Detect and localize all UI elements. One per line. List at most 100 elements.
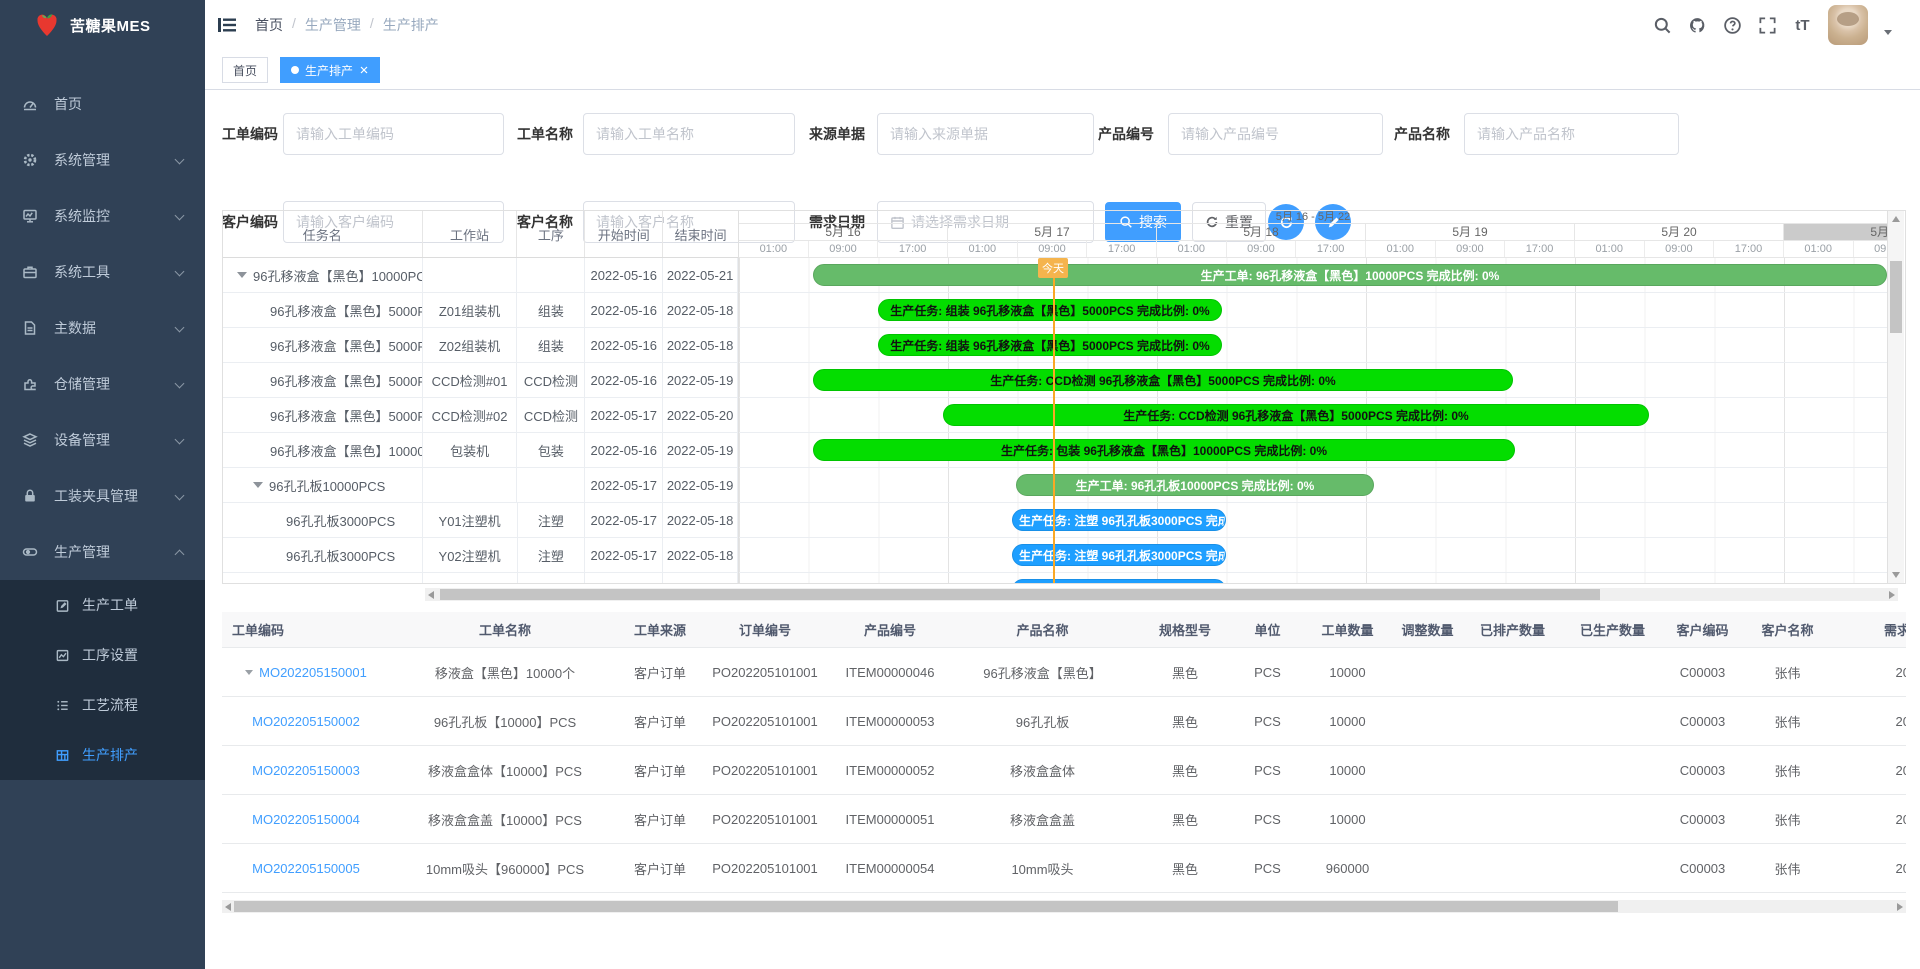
sidebar-item-系统工具[interactable]: 系统工具 (0, 244, 205, 300)
gantt-task-name: 96孔孔板3000PCS (286, 546, 395, 565)
filter-input-来源单据[interactable]: 请输入来源单据 (877, 113, 1094, 155)
cell-spec: 黑色 (1135, 844, 1235, 892)
work-order-row[interactable]: MO20220515000296孔孔板【10000】PCS客户订单PO20220… (222, 697, 1906, 746)
table-horizontal-scrollbar[interactable] (222, 900, 1906, 913)
gantt-grid: 任务名工作站工序开始时间结束时间 96孔移液盒【黑色】10000PCS2022-… (223, 211, 739, 583)
scrollbar-thumb[interactable] (1890, 261, 1902, 333)
gantt-project-bar[interactable]: 生产工单: 96孔移液盒【黑色】10000PCS 完成比例: 0% (813, 264, 1887, 286)
sidebar-item-首页[interactable]: 首页 (0, 76, 205, 132)
gantt-task-name-cell: 96孔移液盒【黑色】5000PCS (223, 293, 423, 327)
user-avatar[interactable] (1828, 5, 1868, 45)
sidebar-item-工装夹具管理[interactable]: 工装夹具管理 (0, 468, 205, 524)
breadcrumb-item[interactable]: 首页 (255, 15, 283, 35)
filter-input-工单名称[interactable]: 请输入工单名称 (583, 113, 795, 155)
chart-icon (55, 648, 70, 663)
avatar-dropdown-caret-icon[interactable] (1884, 30, 1892, 35)
gantt-hour-tick: 17:00 (1714, 241, 1784, 257)
close-icon[interactable] (359, 65, 369, 75)
filter-input-产品名称[interactable]: 请输入产品名称 (1464, 113, 1679, 155)
sidebar-subitem-工序设置[interactable]: 工序设置 (0, 630, 205, 680)
gantt-timeline-row: 生产任务: 注塑 96孔孔板3000PCS 完成比例: 0% (739, 538, 1887, 573)
tree-expand-caret-icon[interactable] (237, 272, 247, 278)
filter-input-工单编码[interactable]: 请输入工单编码 (283, 113, 504, 155)
scroll-up-arrow[interactable] (1892, 216, 1900, 222)
sidebar-item-仓储管理[interactable]: 仓储管理 (0, 356, 205, 412)
scroll-down-arrow[interactable] (1892, 572, 1900, 578)
gantt-panel: 任务名工作站工序开始时间结束时间 96孔移液盒【黑色】10000PCS2022-… (222, 210, 1906, 584)
gantt-timeline-row: 生产任务: 组装 96孔移液盒【黑色】5000PCS 完成比例: 0% (739, 293, 1887, 328)
gantt-task-bar[interactable]: 生产任务: 注塑 96孔孔板3000PCS 完成比例: 0% (1012, 579, 1226, 583)
app-logo[interactable]: 苦糖果MES (0, 0, 205, 50)
fullscreen-icon[interactable] (1758, 16, 1777, 35)
cell-unit: PCS (1235, 648, 1300, 696)
gantt-grid-row[interactable]: 96孔移液盒【黑色】5000PCSCCD检测#01CCD检测2022-05-16… (223, 363, 738, 398)
gantt-grid-row[interactable]: 96孔孔板3000PCSY01注塑机注塑2022-05-172022-05-18 (223, 503, 738, 538)
gantt-task-bar[interactable]: 生产任务: CCD检测 96孔移液盒【黑色】5000PCS 完成比例: 0% (943, 404, 1649, 426)
breadcrumb-item[interactable]: 生产管理 (305, 15, 361, 35)
row-expand-caret-icon[interactable] (245, 670, 253, 675)
cell-adjust_qty (1395, 648, 1460, 696)
scrollbar-thumb[interactable] (440, 589, 1600, 600)
gantt-grid-row[interactable]: 96孔移液盒【黑色】10000PCS包装机包装2022-05-162022-05… (223, 433, 738, 468)
sidebar-collapse-icon[interactable] (217, 15, 237, 35)
fontsize-icon[interactable]: tT (1793, 16, 1812, 35)
filter-label-工单名称: 工单名称 (517, 113, 573, 155)
sidebar-subitem-工艺流程[interactable]: 工艺流程 (0, 680, 205, 730)
tree-expand-caret-icon[interactable] (253, 482, 263, 488)
work-order-code-link[interactable]: MO202205150004 (252, 812, 360, 827)
work-order-code-link[interactable]: MO202205150005 (252, 861, 360, 876)
gantt-task-bar[interactable]: 生产任务: 包装 96孔移液盒【黑色】10000PCS 完成比例: 0% (813, 439, 1515, 461)
scroll-right-arrow[interactable] (1889, 591, 1895, 599)
gantt-task-bar[interactable]: 生产任务: 注塑 96孔孔板3000PCS 完成比例: 0% (1012, 544, 1226, 566)
gantt-task-bar[interactable]: 生产任务: 注塑 96孔孔板3000PCS 完成比例: 0% (1012, 509, 1226, 531)
work-order-row[interactable]: MO202205150004移液盒盒盖【10000】PCS客户订单PO20220… (222, 795, 1906, 844)
sidebar-item-生产管理[interactable]: 生产管理 (0, 524, 205, 580)
work-order-row[interactable]: MO202205150003移液盒盒体【10000】PCS客户订单PO20220… (222, 746, 1906, 795)
tab-label: 首页 (233, 62, 257, 79)
gantt-grid-row[interactable]: 96孔移液盒【黑色】5000PCSZ02组装机组装2022-05-162022-… (223, 328, 738, 363)
work-order-code-link[interactable]: MO202205150001 (259, 665, 367, 680)
sidebar-subitem-生产工单[interactable]: 生产工单 (0, 580, 205, 630)
sidebar-item-主数据[interactable]: 主数据 (0, 300, 205, 356)
sidebar: 苦糖果MES 首页系统管理系统监控系统工具主数据仓储管理设备管理工装夹具管理生产… (0, 0, 205, 969)
tab-生产排产[interactable]: 生产排产 (280, 57, 380, 83)
gantt-task-bar[interactable]: 生产任务: 组装 96孔移液盒【黑色】5000PCS 完成比例: 0% (878, 299, 1222, 321)
sidebar-item-系统管理[interactable]: 系统管理 (0, 132, 205, 188)
work-order-row[interactable]: MO20220515000510mm吸头【960000】PCS客户订单PO202… (222, 844, 1906, 893)
filter-input-产品编号[interactable]: 请输入产品编号 (1168, 113, 1383, 155)
gantt-grid-row[interactable]: 96孔移液盒【黑色】5000PCSZ01组装机组装2022-05-162022-… (223, 293, 738, 328)
work-order-row[interactable]: MO202205150001移液盒【黑色】10000个客户订单PO2022051… (222, 648, 1906, 697)
gantt-task-bar[interactable]: 生产任务: CCD检测 96孔移液盒【黑色】5000PCS 完成比例: 0% (813, 369, 1513, 391)
sidebar-subitem-生产排产[interactable]: 生产排产 (0, 730, 205, 780)
scroll-left-arrow[interactable] (428, 591, 434, 599)
work-order-code-link[interactable]: MO202205150002 (252, 714, 360, 729)
gantt-vertical-scrollbar[interactable] (1887, 211, 1904, 583)
cell-product_code: ITEM00000054 (830, 844, 950, 892)
column-header-工单编码: 工单编码 (222, 612, 390, 647)
gantt-grid-row[interactable]: 96孔移液盒【黑色】5000PCSCCD检测#02CCD检测2022-05-17… (223, 398, 738, 433)
tab-首页[interactable]: 首页 (222, 57, 268, 83)
scroll-right-arrow[interactable] (1897, 903, 1903, 911)
scroll-left-arrow[interactable] (225, 903, 231, 911)
gantt-horizontal-scrollbar[interactable] (425, 588, 1898, 601)
scrollbar-thumb[interactable] (234, 901, 1618, 912)
gantt-day-5月 21: 5月 21 (1784, 224, 1887, 240)
gantt-hour-tick: 01:00 (1366, 241, 1436, 257)
gantt-grid-row[interactable]: 96孔孔板10000PCS2022-05-172022-05-19 (223, 468, 738, 503)
search-icon[interactable] (1653, 16, 1672, 35)
gantt-grid-row[interactable]: 96孔孔板3000PCSY02注塑机注塑2022-05-172022-05-18 (223, 538, 738, 573)
sidebar-item-设备管理[interactable]: 设备管理 (0, 412, 205, 468)
gantt-task-bar[interactable]: 生产任务: 组装 96孔移液盒【黑色】5000PCS 完成比例: 0% (878, 334, 1222, 356)
gantt-task-name-cell: 96孔移液盒【黑色】10000PCS (223, 433, 423, 467)
gantt-project-bar[interactable]: 生产工单: 96孔孔板10000PCS 完成比例: 0% (1016, 474, 1374, 496)
cell-customer_name: 张伟 (1745, 697, 1830, 745)
layers-icon (22, 432, 38, 448)
sidebar-item-系统监控[interactable]: 系统监控 (0, 188, 205, 244)
work-order-code-link[interactable]: MO202205150003 (252, 763, 360, 778)
help-icon[interactable] (1723, 16, 1742, 35)
work-orders-table: 工单编码工单名称工单来源订单编号产品编号产品名称规格型号单位工单数量调整数量已排… (222, 612, 1906, 894)
gantt-workstation-cell: Y03注塑机 (423, 573, 518, 584)
gantt-grid-row[interactable]: 96孔孔板3000PCSY03注塑机注塑2022-05-172022-05-18 (223, 573, 738, 584)
github-icon[interactable] (1688, 16, 1707, 35)
gantt-grid-row[interactable]: 96孔移液盒【黑色】10000PCS2022-05-162022-05-21 (223, 258, 738, 293)
